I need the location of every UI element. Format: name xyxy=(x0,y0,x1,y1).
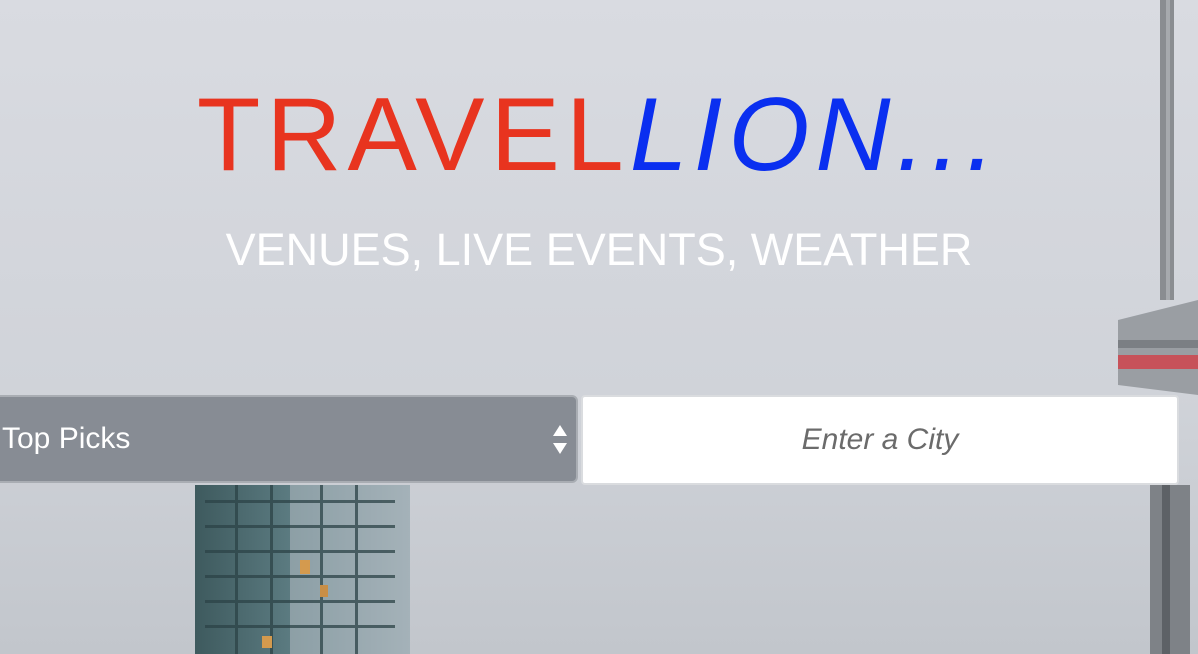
category-select-value: Top Picks xyxy=(2,422,131,455)
brand-title-lion: LION... xyxy=(629,77,1002,193)
city-search-input[interactable] xyxy=(581,395,1179,485)
brand-title: TRAVELLION... xyxy=(0,70,1198,200)
brand-title-travel: TRAVEL xyxy=(196,77,630,193)
tagline: VENUES, LIVE EVENTS, WEATHER xyxy=(225,224,973,275)
category-select[interactable]: Top Picks xyxy=(0,395,578,483)
up-down-arrows-icon xyxy=(553,425,567,454)
